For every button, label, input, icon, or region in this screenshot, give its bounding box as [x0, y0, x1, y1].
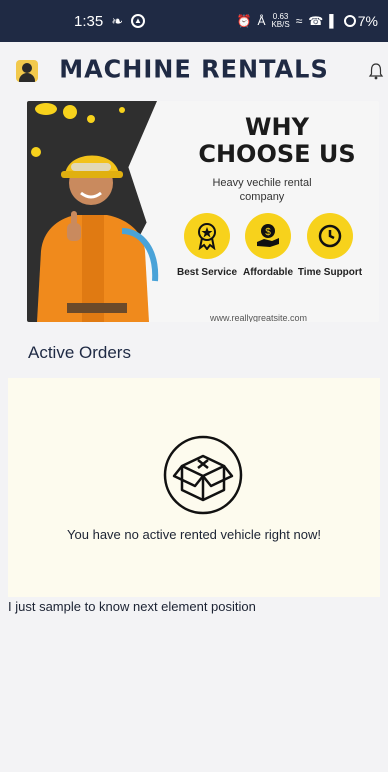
battery-level: 7% — [357, 13, 378, 29]
feature-best-service: Best Service — [172, 213, 242, 278]
battery-icon — [343, 15, 356, 27]
app-notification-icon: ▲ — [130, 14, 145, 28]
banner-subtitle: Heavy vechile rental company — [212, 177, 312, 203]
empty-box-icon — [163, 435, 243, 515]
bluetooth-icon: Å — [257, 14, 266, 28]
bell-icon[interactable] — [368, 62, 384, 80]
award-icon — [184, 213, 230, 259]
network-speed: 0.63 KB/S — [271, 13, 289, 29]
svg-text:$: $ — [265, 227, 271, 238]
status-right: ⏰ Å 0.63 KB/S ≈ ☎ ▌ 7% — [236, 13, 379, 30]
app-header: MACHINE RENTALS — [0, 42, 388, 98]
paint-splat — [87, 115, 95, 123]
paint-splat — [119, 107, 125, 113]
empty-orders-message: You have no active rented vehicle right … — [67, 527, 321, 542]
call-icon: ☎ — [308, 14, 324, 28]
feature-label: Best Service — [176, 267, 238, 278]
lower-area — [8, 597, 380, 772]
empty-orders-panel — [8, 378, 380, 597]
status-time: 1:35 — [74, 12, 104, 30]
worker-illustration — [37, 155, 159, 322]
banner-title-line1: WHY — [245, 113, 309, 141]
alarm-icon: ⏰ — [236, 14, 252, 28]
promo-banner[interactable]: WHY CHOOSE US Heavy vechile rental compa… — [27, 101, 379, 322]
battery-indicator: 7% — [343, 13, 378, 29]
paint-splat — [63, 105, 77, 119]
banner-title: WHY CHOOSE US — [177, 114, 377, 168]
feature-label: Affordable — [243, 267, 293, 278]
sample-text: I just sample to know next element posit… — [8, 599, 256, 614]
feature-label: Time Support — [297, 267, 363, 278]
paint-splat — [35, 103, 57, 115]
banner-url: www.reallygreatsite.com — [210, 313, 308, 322]
app-title: MACHINE RENTALS — [59, 54, 329, 84]
status-left: 1:35 ❧ ▲ — [74, 13, 145, 30]
wifi-icon: ≈ — [295, 14, 303, 28]
leaf-notification-icon: ❧ — [111, 12, 123, 29]
status-bar: 1:35 ❧ ▲ ⏰ Å 0.63 KB/S ≈ ☎ ▌ 7% — [0, 0, 388, 42]
money-hand-icon: $ — [245, 213, 291, 259]
net-speed-unit: KB/S — [271, 20, 290, 29]
active-orders-title: Active Orders — [28, 343, 131, 362]
clock-icon — [307, 213, 353, 259]
feature-time-support: Time Support — [295, 213, 365, 278]
signal-icon: ▌ — [329, 14, 338, 28]
banner-title-line2: CHOOSE US — [198, 140, 356, 168]
feature-affordable: $ Affordable — [233, 213, 303, 278]
